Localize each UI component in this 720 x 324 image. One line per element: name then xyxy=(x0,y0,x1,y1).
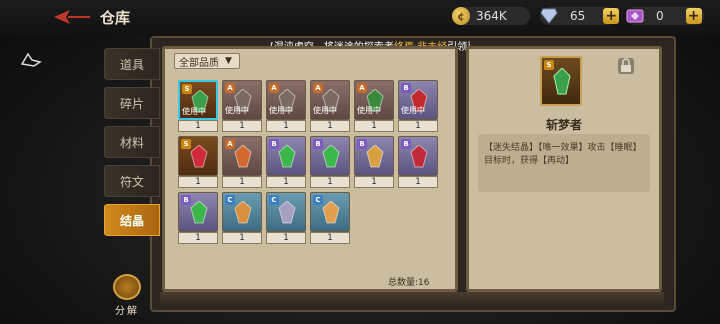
crystal-icon xyxy=(553,68,571,95)
gem-value: 65 xyxy=(570,9,586,23)
back-arrow-icon[interactable] xyxy=(52,8,92,26)
item-count: 1 xyxy=(266,232,306,244)
crystal-item[interactable]: A 使用中 1 xyxy=(266,80,306,132)
total-count: 总数量:16 xyxy=(388,278,430,288)
crystal-item[interactable]: B1 xyxy=(178,192,218,244)
item-count: 1 xyxy=(266,176,306,188)
crystal-item[interactable]: S 使用中 1 xyxy=(178,80,218,132)
top-bar: 仓库 ¢ 364K 65 + 0 + xyxy=(0,0,720,36)
crystal-item[interactable]: B1 xyxy=(354,136,394,188)
page-title: 仓库 xyxy=(100,9,131,27)
crystal-item[interactable]: A 使用中 1 xyxy=(222,80,262,132)
crystal-icon xyxy=(234,201,252,224)
item-art: C xyxy=(266,192,306,232)
ticket-value: 0 xyxy=(656,9,664,23)
in-use-label: 使用中 xyxy=(269,106,293,115)
item-art: A 使用中 xyxy=(222,80,262,120)
tab-3[interactable]: 符文 xyxy=(104,165,160,197)
in-use-label: 使用中 xyxy=(225,106,249,115)
crystal-icon xyxy=(322,145,340,168)
item-count: 1 xyxy=(310,176,350,188)
detail-item-description: 【迷失结晶】【唯一效果】攻击【睡眠】目标时，获得【再动】 xyxy=(478,134,650,192)
crystal-item[interactable]: A1 xyxy=(222,136,262,188)
coin-icon: ¢ xyxy=(452,7,470,25)
item-count: 1 xyxy=(310,232,350,244)
item-count: 1 xyxy=(178,232,218,244)
crystal-icon xyxy=(278,201,296,224)
crystal-item[interactable]: B 使用中 1 xyxy=(398,80,438,132)
item-count: 1 xyxy=(354,120,394,132)
quality-filter-dropdown[interactable]: 全部品质 ▼ xyxy=(174,53,240,69)
item-count: 1 xyxy=(354,176,394,188)
item-art: A xyxy=(222,136,262,176)
item-count: 1 xyxy=(178,120,218,132)
crystal-item[interactable]: A 使用中 1 xyxy=(354,80,394,132)
item-count: 1 xyxy=(178,176,218,188)
item-art: B 使用中 xyxy=(398,80,438,120)
diamond-icon xyxy=(540,8,558,24)
chevron-down-icon: ▼ xyxy=(225,56,232,66)
crystal-item[interactable]: B1 xyxy=(266,136,306,188)
gem-counter: 65 + xyxy=(540,6,620,26)
coin-value: 364K xyxy=(476,9,507,23)
crystal-icon xyxy=(190,145,208,168)
item-count: 1 xyxy=(398,120,438,132)
add-gems-button[interactable]: + xyxy=(603,8,620,24)
add-tickets-button[interactable]: + xyxy=(685,8,702,24)
tab-0[interactable]: 道具 xyxy=(104,48,160,80)
crystal-item[interactable]: A 使用中 1 xyxy=(310,80,350,132)
item-art: A 使用中 xyxy=(354,80,394,120)
item-art: S xyxy=(178,136,218,176)
item-count: 1 xyxy=(222,120,262,132)
tab-2[interactable]: 材料 xyxy=(104,126,160,158)
crystal-item[interactable]: B1 xyxy=(310,136,350,188)
crystal-icon xyxy=(278,145,296,168)
crystal-item[interactable]: B1 xyxy=(398,136,438,188)
item-art: C xyxy=(310,192,350,232)
ticket-counter: 0 + xyxy=(626,6,702,26)
item-art: B xyxy=(266,136,306,176)
ticket-icon xyxy=(626,9,644,23)
crystal-item[interactable]: C1 xyxy=(222,192,262,244)
decompose-label: 分解 xyxy=(115,306,139,317)
crystal-item[interactable]: C1 xyxy=(310,192,350,244)
crystal-item[interactable]: S1 xyxy=(178,136,218,188)
item-count: 1 xyxy=(222,232,262,244)
in-use-label: 使用中 xyxy=(357,106,381,115)
item-art: A 使用中 xyxy=(266,80,306,120)
category-tabs: 道具碎片材料符文结晶 xyxy=(104,48,160,243)
crystal-icon xyxy=(322,201,340,224)
tab-4[interactable]: 结晶 xyxy=(104,204,160,236)
detail-item-art: S xyxy=(540,56,582,106)
item-count: 1 xyxy=(266,120,306,132)
item-art: B xyxy=(178,192,218,232)
decompose-button[interactable]: 分解 xyxy=(110,274,144,317)
in-use-label: 使用中 xyxy=(313,106,337,115)
hand-pointer-icon xyxy=(20,52,42,67)
item-count: 1 xyxy=(398,176,438,188)
decompose-icon xyxy=(113,274,141,300)
in-use-label: 使用中 xyxy=(182,107,206,116)
item-art: S 使用中 xyxy=(178,80,218,120)
crystal-icon xyxy=(234,145,252,168)
item-art: B xyxy=(398,136,438,176)
item-art: B xyxy=(310,136,350,176)
item-art: A 使用中 xyxy=(310,80,350,120)
in-use-label: 使用中 xyxy=(401,106,425,115)
item-count: 1 xyxy=(310,120,350,132)
crystal-icon xyxy=(190,201,208,224)
item-art: C xyxy=(222,192,262,232)
crystal-icon xyxy=(410,145,428,168)
filter-label: 全部品质 xyxy=(179,57,219,69)
item-art: B xyxy=(354,136,394,176)
crystal-icon xyxy=(366,145,384,168)
coin-counter: ¢ 364K xyxy=(452,6,507,26)
lock-icon[interactable] xyxy=(618,58,634,74)
tab-1[interactable]: 碎片 xyxy=(104,87,160,119)
detail-item-name: 斩梦者 xyxy=(545,118,582,132)
item-count: 1 xyxy=(222,176,262,188)
crystal-item[interactable]: C1 xyxy=(266,192,306,244)
bottom-bar xyxy=(160,292,664,306)
